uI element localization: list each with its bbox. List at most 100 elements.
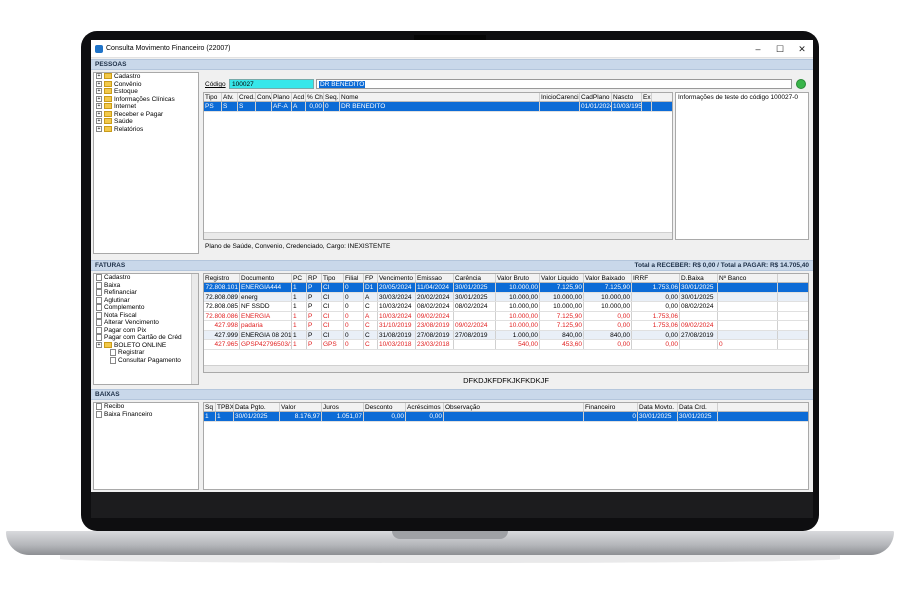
column-header[interactable]: FP xyxy=(364,274,378,282)
column-header[interactable]: Nº Banco xyxy=(718,274,778,282)
tree-item[interactable]: + Saúde xyxy=(94,118,198,126)
column-header[interactable]: Conv. xyxy=(256,93,272,101)
column-header[interactable]: Observação xyxy=(444,403,584,411)
tree-item[interactable]: Cadastro xyxy=(94,274,198,282)
column-header[interactable]: IRRF xyxy=(632,274,680,282)
tree-item[interactable]: Nota Fiscal xyxy=(94,311,198,320)
table-row[interactable]: 1 1 30/01/2025 8.176,97 1.051,07 0,00 0,00 0 30/… xyxy=(204,412,808,422)
tree-item[interactable]: Baixa xyxy=(94,281,198,290)
tree-item[interactable]: Aglutinar xyxy=(94,296,198,305)
baixas-tree[interactable]: Recibo Baixa Financeiro xyxy=(93,402,199,490)
column-header[interactable]: Plano xyxy=(272,93,292,101)
tree-item[interactable]: + Informações Clínicas xyxy=(94,96,198,104)
column-header[interactable]: Data Movto. xyxy=(638,403,678,411)
tree-item[interactable]: Complemento xyxy=(94,304,198,312)
minimize-button[interactable]: – xyxy=(747,42,769,56)
expand-icon[interactable]: + xyxy=(96,80,102,87)
column-header[interactable]: Seq. xyxy=(324,93,340,101)
table-cell: 30/01/2025 xyxy=(680,283,718,292)
tree-item[interactable]: Pagar com Pix xyxy=(94,326,198,335)
tree-item[interactable]: + Cadastro xyxy=(94,73,198,81)
column-header[interactable]: InicioCarencia xyxy=(540,93,580,101)
tree-item[interactable]: Registrar xyxy=(94,349,198,357)
expand-icon[interactable]: + xyxy=(96,341,102,348)
expand-icon[interactable]: + xyxy=(96,118,102,125)
column-header[interactable]: PC xyxy=(292,274,307,282)
tree-item[interactable]: Alterar Vencimento xyxy=(94,319,198,327)
column-header[interactable]: Exi xyxy=(642,93,652,101)
baixas-grid[interactable]: Sq TPBX Data Pgto. Valor Juros Desconto Acrésc… xyxy=(203,402,809,490)
tree-item[interactable]: + Receber e Pagar xyxy=(94,111,198,119)
faturas-grid-hscroll[interactable] xyxy=(204,365,808,372)
column-header[interactable]: % Ch xyxy=(306,93,324,101)
tree-item[interactable]: Pagar com Cartão de Créd xyxy=(94,334,198,342)
tree-item[interactable]: + Convênio xyxy=(94,81,198,89)
column-header[interactable]: Financeiro xyxy=(584,403,638,411)
pessoas-grid[interactable]: Tipo Atv. Cred. Conv. Plano Acd% Ch Seq. Nome In… xyxy=(203,92,673,240)
column-header[interactable]: Juros xyxy=(322,403,364,411)
column-header[interactable]: Valor xyxy=(280,403,322,411)
pessoas-grid-hscroll[interactable] xyxy=(204,232,672,239)
tree-item[interactable]: + Internet xyxy=(94,103,198,111)
tree-item-label: Alterar Vencimento xyxy=(104,319,159,327)
tree-item[interactable]: Consultar Pagamento xyxy=(94,356,198,365)
column-header[interactable]: Acréscimos xyxy=(406,403,444,411)
column-header[interactable]: Nome xyxy=(340,93,540,101)
column-header[interactable]: Tipo xyxy=(322,274,344,282)
folder-icon xyxy=(104,80,112,87)
expand-icon[interactable]: + xyxy=(96,88,102,95)
column-header[interactable]: Data Pgto. xyxy=(234,403,280,411)
column-header[interactable]: Sq xyxy=(204,403,216,411)
column-header[interactable]: Atv. xyxy=(222,93,238,101)
column-header[interactable]: Vencimento xyxy=(378,274,416,282)
column-header[interactable]: Desconto xyxy=(364,403,406,411)
tree-item[interactable]: Recibo xyxy=(94,403,198,411)
close-button[interactable]: ✕ xyxy=(791,42,813,56)
column-header[interactable]: TPBX xyxy=(216,403,234,411)
column-header[interactable]: Acd xyxy=(292,93,306,101)
info-panel[interactable]: Informações de teste do código 100027-0 xyxy=(675,92,809,240)
column-header[interactable]: Tipo xyxy=(204,93,222,101)
app-window: Consulta Movimento Financeiro (22007) – … xyxy=(91,40,813,518)
column-header[interactable]: Filial xyxy=(344,274,364,282)
column-header[interactable]: Data Crd. xyxy=(678,403,718,411)
column-header[interactable]: Cred. xyxy=(238,93,256,101)
table-row[interactable]: 72.808.086 ENERGIA 1 P CI 0 A 10/03/2024 09/02/2… xyxy=(204,311,808,321)
pessoas-tree[interactable]: + Cadastro + Convênio + Estoque + Informações C… xyxy=(93,72,199,254)
table-row[interactable]: 427.999 ENERGIA 08 2019 1 P CI 0 C 31/08/2019 27… xyxy=(204,330,808,340)
expand-icon[interactable]: + xyxy=(96,95,102,102)
column-header[interactable]: Registro xyxy=(204,274,240,282)
column-header[interactable]: RP xyxy=(307,274,322,282)
tree-item[interactable]: + BOLETO ONLINE xyxy=(94,342,198,350)
expand-icon[interactable]: + xyxy=(96,103,102,110)
column-header[interactable]: CadPlano xyxy=(580,93,612,101)
column-header[interactable]: D.Baixa xyxy=(680,274,718,282)
tree-item[interactable]: Baixa Financeiro xyxy=(94,410,198,419)
tree-item[interactable]: Refinanciar xyxy=(94,289,198,297)
table-row[interactable]: 72.808.089 energ 1 P CI 0 A 30/03/2024 20/02/202… xyxy=(204,292,808,302)
expand-icon[interactable]: + xyxy=(96,73,102,80)
maximize-button[interactable]: ☐ xyxy=(769,42,791,56)
column-header[interactable]: Emissao xyxy=(416,274,454,282)
table-row[interactable]: 72.808.085 NF SSDD 1 P CI 0 C 10/03/2024 08/02/2… xyxy=(204,302,808,312)
table-row[interactable]: PS S S AF-A A 0,00 0 DR BENEDITO 01/01/2024 10/03… xyxy=(204,102,672,112)
codigo-input[interactable]: 100027 xyxy=(229,79,314,89)
faturas-grid[interactable]: Registro Documento PC RP Tipo Filial FP Vencime… xyxy=(203,273,809,373)
faturas-tree-vscroll[interactable] xyxy=(191,274,198,384)
expand-icon[interactable]: + xyxy=(96,125,102,132)
table-row[interactable]: 72.808.101 ENERGIA444 1 P CI 0 D1 20/05/2024 11/… xyxy=(204,283,808,293)
column-header[interactable]: Valor Baixado xyxy=(584,274,632,282)
refresh-icon[interactable] xyxy=(796,79,806,89)
faturas-tree[interactable]: Cadastro Baixa Refinanciar Aglutinar Complem… xyxy=(93,273,199,385)
column-header[interactable]: Nascto xyxy=(612,93,642,101)
column-header[interactable]: Valor Bruto xyxy=(496,274,540,282)
column-header[interactable]: Carência xyxy=(454,274,496,282)
column-header[interactable]: Documento xyxy=(240,274,292,282)
table-row[interactable]: 427.965 GPSP42796503/18 1 P GPS 0 C 10/03/2018 2… xyxy=(204,340,808,350)
expand-icon[interactable]: + xyxy=(96,110,102,117)
tree-item[interactable]: + Estoque xyxy=(94,88,198,96)
tree-item[interactable]: + Relatórios xyxy=(94,126,198,134)
table-row[interactable]: 427.998 padaria 1 P CI 0 C 31/10/2019 23/08/2019… xyxy=(204,321,808,331)
column-header[interactable]: Valor Liquido xyxy=(540,274,584,282)
nome-field[interactable]: DR BENEDITO xyxy=(316,79,792,89)
